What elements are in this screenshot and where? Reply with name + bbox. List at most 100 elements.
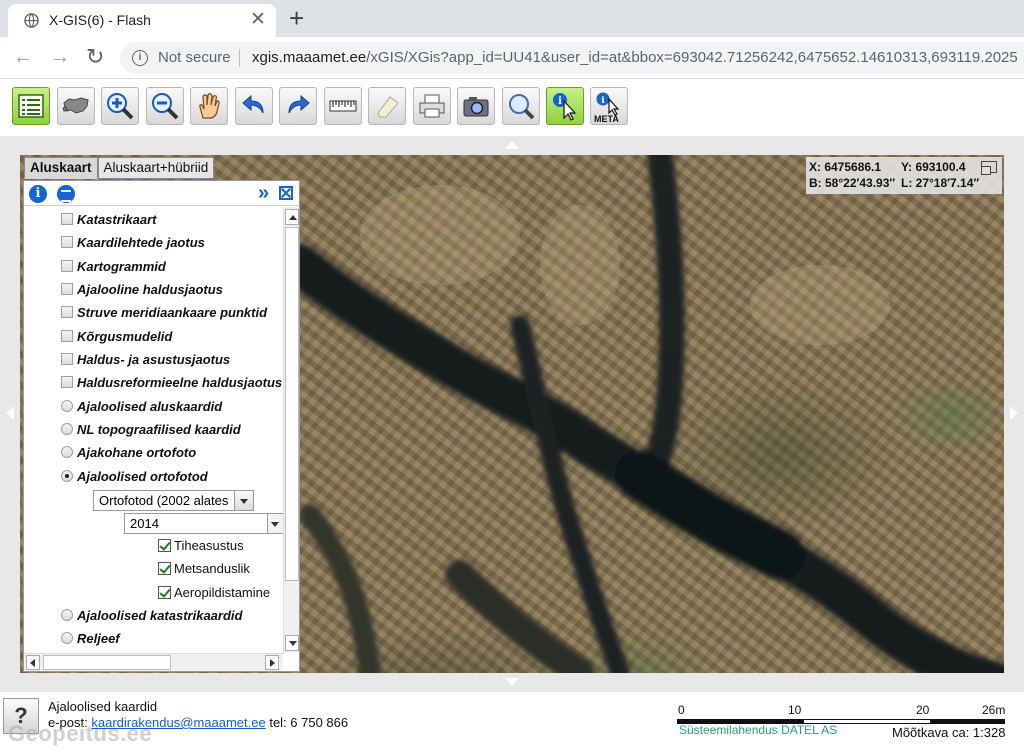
layer-radio[interactable] — [61, 400, 73, 412]
layer-list-vscrollbar[interactable] — [283, 207, 299, 653]
new-tab-icon[interactable]: + — [289, 4, 304, 32]
layer-item[interactable]: Ajaloolised ortofotod — [61, 466, 208, 486]
scroll-right-icon[interactable] — [265, 655, 279, 670]
sublayer-checkbox-checked[interactable] — [158, 538, 171, 552]
layer-radio-selected[interactable] — [61, 470, 73, 482]
back-arrow-icon[interactable]: ← — [13, 43, 33, 71]
search-button[interactable] — [502, 87, 540, 125]
layer-checkbox[interactable] — [61, 353, 73, 365]
layer-item[interactable]: NL topograafilised kaardid — [61, 419, 241, 439]
layer-item[interactable]: Reljeef — [61, 628, 120, 648]
layer-radio[interactable] — [61, 446, 73, 458]
layer-label: Ajaloolised aluskaardid — [77, 398, 223, 414]
zoom-in-button[interactable] — [101, 87, 139, 125]
layer-list: Katastrikaart Kaardilehtede jaotus Karto… — [24, 207, 283, 653]
layers-list-button[interactable] — [12, 87, 50, 125]
ortho-year-select[interactable]: 2014 — [124, 513, 283, 534]
meta-info-button[interactable]: i META — [590, 87, 628, 125]
layer-list-hscrollbar[interactable] — [24, 653, 283, 671]
scroll-left-icon[interactable] — [26, 655, 40, 670]
print-button[interactable] — [413, 87, 451, 125]
expand-panel-icon[interactable]: » — [258, 182, 269, 204]
undo-button[interactable] — [235, 87, 273, 125]
reload-icon[interactable]: ↻ — [86, 43, 104, 71]
scroll-up-icon[interactable] — [285, 209, 299, 225]
layer-checkbox[interactable] — [61, 260, 73, 272]
erase-button[interactable] — [368, 87, 406, 125]
layer-checkbox[interactable] — [61, 306, 73, 318]
measure-button[interactable] — [324, 87, 362, 125]
site-info-icon[interactable]: i — [132, 50, 148, 66]
ortho-year-value: 2014 — [130, 516, 159, 531]
layer-checkbox[interactable] — [61, 236, 73, 248]
sublayer-item[interactable]: Metsanduslik — [158, 558, 250, 578]
layer-checkbox[interactable] — [61, 376, 73, 388]
layer-label: Kõrgusmudelid — [77, 328, 173, 344]
info-pointer-icon: i — [553, 93, 577, 121]
footer: ? Ajaloolised kaardid e-post: kaardirake… — [0, 693, 1024, 755]
pan-west-arrow-icon[interactable] — [6, 406, 14, 420]
browser-tab[interactable]: X-GIS(6) - Flash ✕ — [8, 4, 276, 37]
redo-button[interactable] — [279, 87, 317, 125]
scale-tick-label: 26m — [982, 703, 1006, 717]
layer-checkbox[interactable] — [61, 213, 73, 225]
sublayer-label: Aeropildistamine — [174, 584, 271, 600]
layer-label: Kartogrammid — [77, 258, 166, 274]
layer-item[interactable]: Kõrgusmudelid — [61, 326, 172, 346]
scroll-thumb[interactable] — [285, 227, 299, 581]
layer-panel: i » Katastrikaart Kaardilehtede jaotus K… — [23, 180, 300, 672]
sublayer-item[interactable]: Aeropildistamine — [158, 582, 270, 602]
layer-radio[interactable] — [61, 423, 73, 435]
layer-checkbox[interactable] — [61, 283, 73, 295]
layer-item[interactable]: Ajaloolised aluskaardid — [61, 396, 222, 416]
legend-icon[interactable] — [57, 185, 75, 203]
layer-label: Struve meridiaankaare punktid — [77, 304, 268, 320]
forward-arrow-icon[interactable]: → — [50, 43, 70, 71]
tab-aluskaart-hybriid[interactable]: Aluskaart+hübriid — [97, 157, 215, 179]
layer-radio[interactable] — [61, 632, 73, 644]
snapshot-button[interactable] — [457, 87, 495, 125]
layer-item[interactable]: Haldus- ja asustusjaotus — [61, 349, 230, 369]
ortho-series-select[interactable]: Ortofotod (2002 alates — [93, 490, 254, 511]
scroll-thumb[interactable] — [43, 655, 171, 670]
url-input[interactable]: i Not secure xgis.maaamet.ee/xGIS/XGis?a… — [120, 42, 1024, 74]
info-pointer-button[interactable]: i — [546, 87, 584, 125]
coord-l: L: 27°18′7.14″ — [901, 176, 980, 190]
overview-window-icon[interactable] — [981, 161, 997, 175]
undo-icon — [242, 94, 264, 114]
dropdown-button[interactable] — [234, 491, 253, 510]
zoom-out-button[interactable] — [146, 87, 184, 125]
chevron-down-icon — [240, 499, 248, 504]
sublayer-item[interactable]: Tiheasustus — [158, 535, 244, 555]
ruler-icon — [329, 100, 357, 112]
layer-label: Haldusreformieelne haldusjaotus — [77, 374, 283, 390]
dropdown-button[interactable] — [267, 514, 283, 533]
scale-tick-label: 20 — [916, 703, 930, 717]
zoom-out-icon — [152, 93, 179, 120]
layer-item[interactable]: Ajalooline haldusjaotus — [61, 279, 223, 299]
scroll-down-icon[interactable] — [285, 635, 299, 651]
tab-aluskaart[interactable]: Aluskaart — [24, 157, 98, 179]
layer-item[interactable]: Ajakohane ortofoto — [61, 442, 196, 462]
pan-south-arrow-icon[interactable] — [505, 678, 519, 686]
sublayer-checkbox-checked[interactable] — [158, 585, 171, 599]
layer-item[interactable]: Struve meridiaankaare punktid — [61, 302, 267, 322]
layer-item[interactable]: Haldusreformieelne haldusjaotus — [61, 372, 282, 392]
layer-item[interactable]: Kaardilehtede jaotus — [61, 232, 205, 252]
layer-checkbox[interactable] — [61, 330, 73, 342]
sublayer-checkbox-checked[interactable] — [158, 561, 171, 575]
close-tab-icon[interactable]: ✕ — [250, 8, 266, 32]
pan-north-arrow-icon[interactable] — [505, 141, 519, 149]
pan-button[interactable] — [190, 87, 228, 125]
layer-item[interactable]: Katastrikaart — [61, 209, 157, 229]
info-icon[interactable]: i — [29, 185, 47, 203]
hand-icon — [199, 93, 220, 119]
basemap-tabs: Aluskaart Aluskaart+hübriid — [24, 157, 215, 179]
url-host: xgis.maaamet.ee — [252, 49, 367, 66]
layer-item[interactable]: Kartogrammid — [61, 256, 166, 276]
close-panel-icon[interactable] — [279, 186, 293, 200]
full-extent-button[interactable] — [57, 87, 95, 125]
pan-east-arrow-icon[interactable] — [1010, 406, 1018, 420]
layer-item[interactable]: Ajaloolised katastrikaardid — [61, 605, 242, 625]
layer-radio[interactable] — [61, 609, 73, 621]
